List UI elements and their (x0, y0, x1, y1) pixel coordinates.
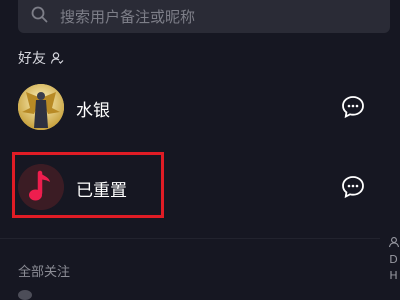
index-letter[interactable]: H (387, 268, 400, 284)
friend-row[interactable]: 水银 (0, 84, 400, 154)
message-bubble-icon[interactable] (340, 174, 366, 200)
alphabet-index[interactable]: D H (387, 236, 400, 284)
message-bubble-icon[interactable] (340, 94, 366, 120)
friend-name: 水银 (76, 101, 110, 121)
search-input[interactable]: 搜索用户备注或昵称 (60, 6, 195, 27)
avatar-image (18, 84, 64, 130)
friend-user-icon (50, 52, 64, 64)
partial-avatar (18, 290, 32, 300)
search-icon (31, 6, 48, 23)
friends-section-title: 好友 (18, 48, 64, 68)
index-letter[interactable]: D (387, 252, 400, 268)
section-divider (0, 238, 380, 239)
highlight-box (12, 152, 164, 218)
user-index-icon (388, 237, 399, 248)
all-following-section-title: 全部关注 (18, 265, 71, 280)
golden-winged-figure-avatar[interactable] (18, 84, 64, 130)
search-bar[interactable]: 搜索用户备注或昵称 (18, 0, 390, 33)
friends-title-label: 好友 (18, 51, 46, 67)
